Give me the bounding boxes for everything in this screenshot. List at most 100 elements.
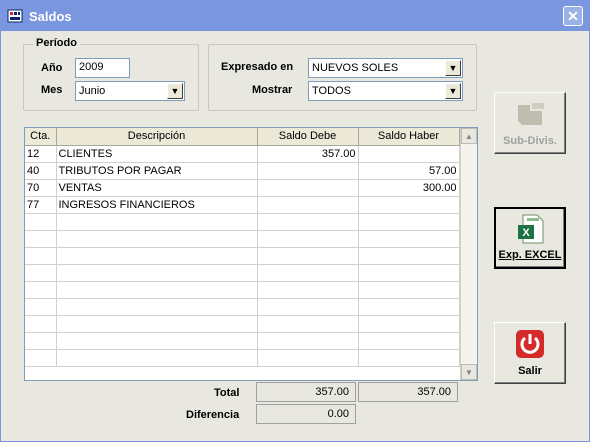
close-button[interactable]: ✕: [563, 6, 583, 26]
empty-row[interactable]: [25, 349, 460, 367]
cell-cta[interactable]: [25, 349, 57, 367]
cell-saldo-debe[interactable]: [257, 281, 359, 299]
cell-descripcion[interactable]: [56, 264, 258, 282]
cell-descripcion[interactable]: CLIENTES: [56, 145, 258, 163]
mostrar-select[interactable]: TODOS ▼: [308, 81, 463, 101]
mostrar-dropdown-button[interactable]: ▼: [445, 83, 461, 99]
cell-cta[interactable]: [25, 230, 57, 248]
cell-cta[interactable]: 40: [25, 162, 57, 180]
cell-cta[interactable]: [25, 298, 57, 316]
scroll-up-button[interactable]: ▲: [461, 128, 477, 144]
mes-dropdown-button[interactable]: ▼: [167, 83, 183, 99]
cell-saldo-haber[interactable]: [358, 332, 460, 350]
scroll-down-button[interactable]: ▼: [461, 364, 477, 380]
table-row[interactable]: 40 TRIBUTOS POR PAGAR 57.00: [25, 162, 460, 180]
cell-cta[interactable]: [25, 264, 57, 282]
cell-descripcion[interactable]: [56, 332, 258, 350]
cell-cta[interactable]: 12: [25, 145, 57, 163]
cell-descripcion[interactable]: [56, 247, 258, 265]
mes-value: Junio: [79, 85, 106, 97]
empty-row[interactable]: [25, 281, 460, 299]
chevron-down-icon: ▼: [448, 86, 458, 96]
cell-descripcion[interactable]: [56, 230, 258, 248]
saldos-window: Saldos ✕ Período Año 2009 Mes Junio ▼ Ex…: [0, 0, 590, 442]
empty-row[interactable]: [25, 213, 460, 231]
cell-descripcion[interactable]: TRIBUTOS POR PAGAR: [56, 162, 258, 180]
cell-descripcion[interactable]: [56, 281, 258, 299]
table-row[interactable]: 12 CLIENTES 357.00: [25, 145, 460, 163]
cell-saldo-debe[interactable]: [257, 162, 359, 180]
cell-cta[interactable]: [25, 281, 57, 299]
cell-saldo-haber[interactable]: [358, 145, 460, 163]
diferencia-label: Diferencia: [186, 409, 240, 421]
cell-descripcion[interactable]: VENTAS: [56, 179, 258, 197]
excel-icon: X: [518, 214, 544, 244]
cell-saldo-haber[interactable]: [358, 281, 460, 299]
cell-cta[interactable]: [25, 247, 57, 265]
saldos-grid[interactable]: Cta. Descripción Saldo Debe Saldo Haber …: [24, 127, 478, 381]
col-header-descripcion[interactable]: Descripción: [56, 128, 258, 146]
expresado-select[interactable]: NUEVOS SOLES ▼: [308, 58, 463, 78]
export-excel-button[interactable]: X Exp. EXCEL: [494, 207, 566, 269]
empty-row[interactable]: [25, 247, 460, 265]
cell-saldo-haber[interactable]: [358, 247, 460, 265]
salir-button[interactable]: Salir: [494, 322, 566, 384]
col-header-saldo-haber[interactable]: Saldo Haber: [358, 128, 460, 146]
cell-descripcion[interactable]: [56, 315, 258, 333]
total-label: Total: [214, 387, 240, 399]
empty-row[interactable]: [25, 264, 460, 282]
cell-cta[interactable]: [25, 213, 57, 231]
empty-row[interactable]: [25, 332, 460, 350]
col-header-cta[interactable]: Cta.: [25, 128, 57, 146]
cell-cta[interactable]: 77: [25, 196, 57, 214]
mostrar-label: Mostrar: [252, 84, 293, 96]
cell-saldo-debe[interactable]: 357.00: [257, 145, 359, 163]
cell-descripcion[interactable]: [56, 213, 258, 231]
cell-saldo-debe[interactable]: [257, 315, 359, 333]
cell-saldo-debe[interactable]: [257, 213, 359, 231]
cell-saldo-haber[interactable]: [358, 298, 460, 316]
cell-saldo-debe[interactable]: [257, 332, 359, 350]
cell-saldo-haber[interactable]: [358, 196, 460, 214]
cell-descripcion[interactable]: [56, 349, 258, 367]
expresado-dropdown-button[interactable]: ▼: [445, 60, 461, 76]
mes-select[interactable]: Junio ▼: [75, 81, 185, 101]
options-group: Expresado en NUEVOS SOLES ▼ Mostrar TODO…: [208, 44, 477, 111]
table-row[interactable]: 70 VENTAS 300.00: [25, 179, 460, 197]
cell-cta[interactable]: [25, 315, 57, 333]
title-bar[interactable]: Saldos ✕: [1, 1, 589, 31]
cell-saldo-haber[interactable]: 300.00: [358, 179, 460, 197]
cell-saldo-debe[interactable]: [257, 264, 359, 282]
empty-row[interactable]: [25, 298, 460, 316]
cell-saldo-debe[interactable]: [257, 349, 359, 367]
cell-descripcion[interactable]: [56, 298, 258, 316]
total-debe-field: 357.00: [256, 382, 356, 402]
anio-input[interactable]: 2009: [75, 58, 130, 78]
empty-row[interactable]: [25, 315, 460, 333]
cell-saldo-debe[interactable]: [257, 230, 359, 248]
cell-saldo-haber[interactable]: [358, 264, 460, 282]
cell-descripcion[interactable]: INGRESOS FINANCIEROS: [56, 196, 258, 214]
cell-cta[interactable]: 70: [25, 179, 57, 197]
mostrar-value: TODOS: [312, 85, 351, 97]
cell-saldo-debe[interactable]: [257, 247, 359, 265]
expresado-value: NUEVOS SOLES: [312, 62, 399, 74]
empty-row[interactable]: [25, 230, 460, 248]
cell-saldo-debe[interactable]: [257, 179, 359, 197]
sub-divis-button[interactable]: Sub-Divis.: [494, 92, 566, 154]
table-row[interactable]: 77 INGRESOS FINANCIEROS: [25, 196, 460, 214]
cell-saldo-haber[interactable]: [358, 349, 460, 367]
cell-saldo-haber[interactable]: 57.00: [358, 162, 460, 180]
col-header-saldo-debe[interactable]: Saldo Debe: [257, 128, 359, 146]
grid-vertical-scrollbar[interactable]: ▲ ▼: [460, 128, 477, 380]
cell-saldo-haber[interactable]: [358, 315, 460, 333]
cell-cta[interactable]: [25, 332, 57, 350]
grid-header-row: Cta. Descripción Saldo Debe Saldo Haber: [25, 128, 460, 146]
cell-saldo-haber[interactable]: [358, 213, 460, 231]
subdivision-icon: [518, 103, 544, 125]
cell-saldo-haber[interactable]: [358, 230, 460, 248]
window-body: Período Año 2009 Mes Junio ▼ Expresado e…: [4, 31, 586, 439]
chevron-down-icon: ▼: [448, 63, 458, 73]
cell-saldo-debe[interactable]: [257, 196, 359, 214]
cell-saldo-debe[interactable]: [257, 298, 359, 316]
